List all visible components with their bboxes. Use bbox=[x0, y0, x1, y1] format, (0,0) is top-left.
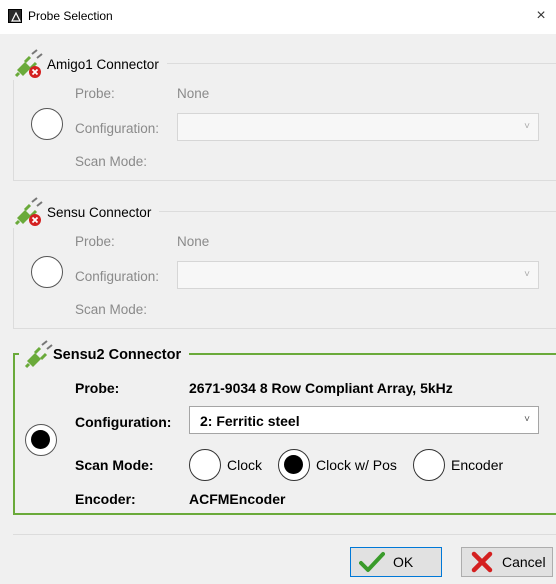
radio-clock[interactable] bbox=[189, 449, 221, 481]
checkmark-icon bbox=[359, 551, 385, 573]
footer-separator bbox=[13, 534, 556, 535]
probe-value: 2671-9034 8 Row Compliant Array, 5kHz bbox=[189, 380, 453, 396]
scan-option-clock[interactable]: Clock bbox=[189, 449, 262, 481]
group-header: Sensu2 Connector bbox=[19, 339, 190, 371]
configuration-label: Configuration: bbox=[75, 414, 172, 430]
plug-connected-icon bbox=[19, 339, 53, 371]
plug-disconnected-icon bbox=[13, 48, 47, 80]
scan-option-label: Encoder bbox=[451, 457, 504, 473]
cancel-button-label: Cancel bbox=[502, 554, 546, 570]
ok-button[interactable]: OK bbox=[350, 547, 442, 577]
connector-radio[interactable] bbox=[31, 108, 63, 140]
group-header: Sensu Connector bbox=[13, 196, 160, 228]
ok-button-label: OK bbox=[393, 554, 414, 570]
connector-group-sensu: Sensu Connector Probe: None Configuratio… bbox=[13, 194, 556, 329]
scan-mode-label: Scan Mode: bbox=[75, 457, 154, 473]
scan-option-clock-with-pos[interactable]: Clock w/ Pos bbox=[278, 449, 397, 481]
cancel-button[interactable]: Cancel bbox=[461, 547, 553, 577]
title-bar: Probe Selection × bbox=[0, 0, 556, 34]
connector-group-sensu2: Sensu2 Connector Probe: 2671-9034 8 Row … bbox=[13, 337, 556, 515]
radio-encoder[interactable] bbox=[413, 449, 445, 481]
dialog-client-area: Amigo1 Connector Probe: None Configurati… bbox=[0, 34, 556, 584]
chevron-down-icon: ˅ bbox=[524, 269, 530, 280]
app-icon bbox=[8, 9, 22, 23]
connector-radio[interactable] bbox=[31, 256, 63, 288]
probe-label: Probe: bbox=[75, 234, 115, 249]
group-header: Amigo1 Connector bbox=[13, 48, 167, 80]
connector-group-amigo1: Amigo1 Connector Probe: None Configurati… bbox=[13, 46, 556, 181]
encoder-label: Encoder: bbox=[75, 491, 136, 507]
scan-option-label: Clock bbox=[227, 457, 263, 473]
radio-clock-with-pos[interactable] bbox=[278, 449, 310, 481]
close-icon[interactable]: × bbox=[530, 5, 552, 27]
probe-value: None bbox=[177, 234, 210, 249]
plug-disconnected-icon bbox=[13, 196, 47, 228]
chevron-down-icon: ˅ bbox=[524, 121, 530, 132]
cancel-x-icon bbox=[470, 551, 496, 573]
probe-label: Probe: bbox=[75, 86, 115, 101]
group-title: Sensu2 Connector bbox=[53, 347, 182, 363]
chevron-down-icon: ˅ bbox=[524, 414, 530, 425]
scan-option-encoder[interactable]: Encoder bbox=[413, 449, 503, 481]
window-title: Probe Selection bbox=[28, 9, 113, 23]
probe-label: Probe: bbox=[75, 380, 120, 396]
configuration-dropdown[interactable]: ˅ bbox=[177, 113, 539, 141]
configuration-dropdown[interactable]: ˅ bbox=[177, 261, 539, 289]
connector-radio[interactable] bbox=[25, 424, 57, 456]
group-title: Sensu Connector bbox=[47, 204, 152, 220]
configuration-value: 2: Ferritic steel bbox=[200, 413, 300, 429]
configuration-label: Configuration: bbox=[75, 121, 160, 136]
group-title: Amigo1 Connector bbox=[47, 56, 159, 72]
encoder-value: ACFMEncoder bbox=[189, 491, 286, 507]
configuration-dropdown[interactable]: 2: Ferritic steel ˅ bbox=[189, 406, 539, 434]
scan-option-label: Clock w/ Pos bbox=[316, 457, 397, 473]
probe-value: None bbox=[177, 86, 210, 101]
configuration-label: Configuration: bbox=[75, 269, 160, 284]
scan-mode-label: Scan Mode: bbox=[75, 302, 148, 317]
scan-mode-label: Scan Mode: bbox=[75, 154, 148, 169]
